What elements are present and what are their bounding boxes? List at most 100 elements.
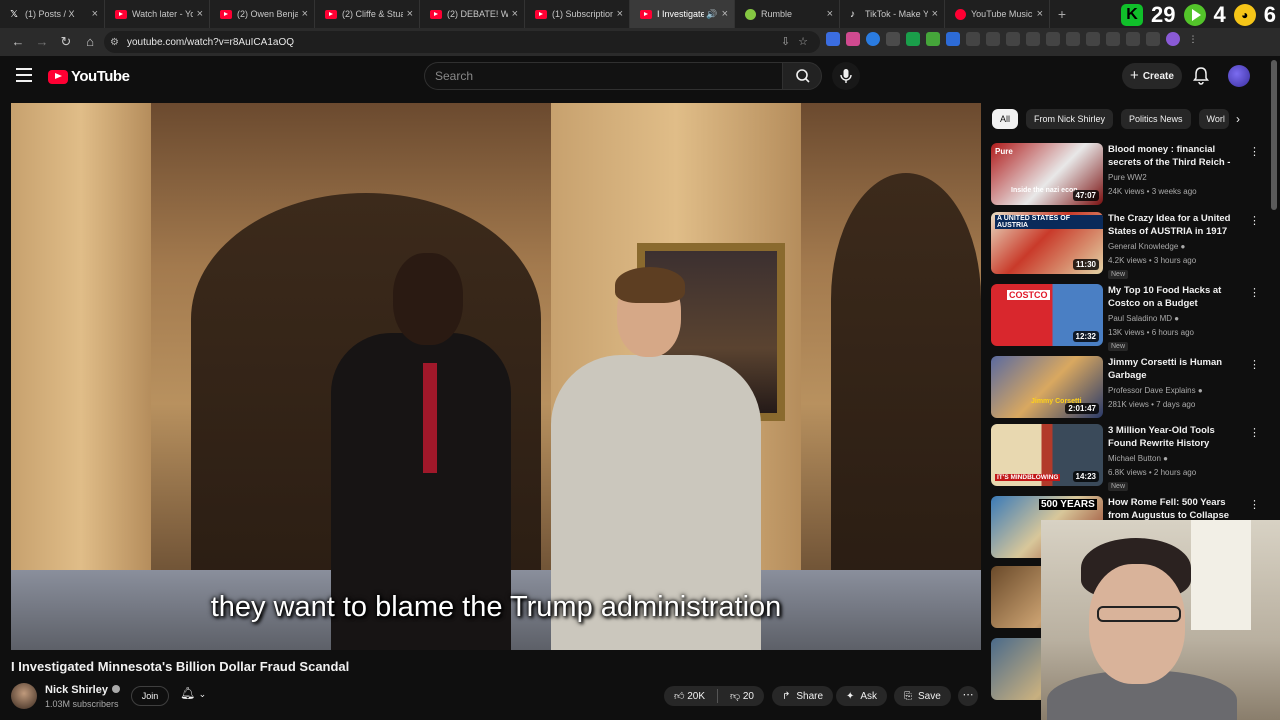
sidebar-scrollbar[interactable]	[1271, 60, 1277, 210]
address-bar[interactable]: ⚙ youtube.com/watch?v=r8AuICA1aOQ ⇩ ☆	[104, 31, 820, 53]
recommendation-item[interactable]: Pure Inside the nazi econ 47:07 Blood mo…	[991, 143, 1261, 207]
browser-tab[interactable]: Rumble ×	[735, 0, 840, 28]
extension-icon[interactable]	[906, 32, 920, 46]
recommendation-title[interactable]: 3 Million Year-Old Tools Found Rewrite H…	[1108, 424, 1244, 450]
devtools-icon[interactable]	[1086, 32, 1100, 46]
chip-world[interactable]: Worl	[1198, 109, 1229, 129]
extension-icon[interactable]	[1146, 32, 1160, 46]
search-input[interactable]	[425, 63, 782, 89]
chip-politics-news[interactable]: Politics News	[1121, 109, 1191, 129]
close-icon[interactable]: ×	[512, 8, 518, 20]
close-icon[interactable]: ×	[302, 8, 308, 20]
extension-icon[interactable]	[1026, 32, 1040, 46]
kebab-menu-icon[interactable]: ⋮	[1249, 286, 1260, 299]
chevron-right-icon[interactable]: ›	[1236, 112, 1240, 126]
extension-icon[interactable]	[866, 32, 880, 46]
recommendation-item[interactable]: COSTCO 12:32 My Top 10 Food Hacks at Cos…	[991, 284, 1261, 351]
kebab-menu-icon[interactable]: ⋮	[1249, 426, 1260, 439]
video-thumbnail[interactable]: A UNITED STATES OF AUSTRIA 11:30	[991, 212, 1103, 274]
extension-icon[interactable]	[946, 32, 960, 46]
close-icon[interactable]: ×	[827, 8, 833, 20]
recommendation-channel[interactable]: Professor Dave Explains ●	[1108, 386, 1203, 395]
browser-menu-icon[interactable]: ⋮	[1186, 32, 1200, 46]
browser-tab[interactable]: Watch later - You ×	[105, 0, 210, 28]
chip-from-channel[interactable]: From Nick Shirley	[1026, 109, 1114, 129]
recommendation-title[interactable]: Jimmy Corsetti is Human Garbage	[1108, 356, 1244, 382]
extension-icon[interactable]	[1066, 32, 1080, 46]
close-icon[interactable]: ×	[407, 8, 413, 20]
extension-icon[interactable]	[826, 32, 840, 46]
video-player[interactable]: they want to blame the Trump administrat…	[11, 103, 981, 650]
recommendation-channel[interactable]: Paul Saladino MD ●	[1108, 314, 1179, 323]
recommendation-channel[interactable]: General Knowledge ●	[1108, 242, 1185, 251]
reload-icon[interactable]: ↻	[54, 30, 78, 54]
profile-avatar-icon[interactable]	[1166, 32, 1180, 46]
home-icon[interactable]: ⌂	[78, 30, 102, 54]
extension-icon[interactable]	[966, 32, 980, 46]
history-icon[interactable]	[1046, 32, 1060, 46]
bookmark-star-icon[interactable]: ☆	[798, 35, 808, 48]
extension-icon[interactable]	[986, 32, 1000, 46]
subscription-bell-dropdown[interactable]: 🔔︎ ⌄	[180, 686, 206, 700]
extension-icon[interactable]	[886, 32, 900, 46]
save-button[interactable]: ⎘ Save	[894, 686, 951, 706]
channel-avatar[interactable]	[11, 683, 37, 709]
create-button[interactable]: + Create	[1122, 63, 1182, 89]
close-icon[interactable]: ×	[1037, 8, 1043, 20]
search-button[interactable]	[782, 62, 822, 90]
join-button[interactable]: Join	[131, 686, 169, 706]
more-actions-icon[interactable]: ⋯	[958, 686, 978, 706]
video-thumbnail[interactable]: IT'S MINDBLOWING 14:23	[991, 424, 1103, 486]
hamburger-menu-icon[interactable]	[16, 68, 32, 82]
video-thumbnail[interactable]: COSTCO 12:32	[991, 284, 1103, 346]
ask-button[interactable]: ✦ Ask	[836, 686, 888, 706]
extension-icon[interactable]	[1126, 32, 1140, 46]
browser-tab-active[interactable]: I Investigate 🔊 ×	[630, 0, 735, 28]
recommendation-title[interactable]: Blood money : financial secrets of the T…	[1108, 143, 1244, 169]
browser-tab[interactable]: (2) Owen Benjam ×	[210, 0, 315, 28]
dislike-button[interactable]: 👎︎ 20	[730, 690, 754, 702]
speaker-icon[interactable]: 🔊	[706, 9, 717, 20]
like-button[interactable]: 👍︎ 20K	[674, 690, 705, 702]
browser-tab[interactable]: (2) DEBATE! Whe ×	[420, 0, 525, 28]
youtube-logo[interactable]: YouTube	[48, 68, 130, 85]
browser-tab[interactable]: (1) Subscription ×	[525, 0, 630, 28]
recommendation-title[interactable]: My Top 10 Food Hacks at Costco on a Budg…	[1108, 284, 1244, 310]
close-icon[interactable]: ×	[932, 8, 938, 20]
browser-tab[interactable]: ♪ TikTok - Make Y ×	[840, 0, 945, 28]
recommendation-title[interactable]: How Rome Fell: 500 Years from Augustus t…	[1108, 496, 1244, 522]
browser-tab[interactable]: 𝕏 (1) Posts / X ×	[0, 0, 105, 28]
channel-name[interactable]: Nick Shirley	[45, 684, 120, 696]
browser-tab[interactable]: YouTube Music ×	[945, 0, 1050, 28]
site-info-icon[interactable]: ⚙	[110, 37, 119, 48]
recommendation-item[interactable]: A UNITED STATES OF AUSTRIA 11:30 The Cra…	[991, 212, 1261, 279]
new-tab-button[interactable]: +	[1050, 6, 1074, 22]
extension-icon[interactable]	[846, 32, 860, 46]
account-avatar[interactable]	[1228, 65, 1250, 87]
kebab-menu-icon[interactable]: ⋮	[1249, 358, 1260, 371]
sidebar-icon[interactable]	[1106, 32, 1120, 46]
extensions-puzzle-icon[interactable]	[1006, 32, 1020, 46]
video-thumbnail[interactable]: Pure Inside the nazi econ 47:07	[991, 143, 1103, 205]
kebab-menu-icon[interactable]: ⋮	[1249, 498, 1260, 511]
recommendation-channel[interactable]: Michael Button ●	[1108, 454, 1168, 463]
kebab-menu-icon[interactable]: ⋮	[1249, 214, 1260, 227]
chip-all[interactable]: All	[992, 109, 1019, 129]
recommendation-channel[interactable]: Pure WW2	[1108, 173, 1147, 182]
share-button[interactable]: ↱ Share	[772, 686, 834, 706]
video-thumbnail[interactable]: Jimmy Corsetti 2:01:47	[991, 356, 1103, 418]
close-icon[interactable]: ×	[722, 8, 728, 20]
recommendation-item[interactable]: Jimmy Corsetti 2:01:47 Jimmy Corsetti is…	[991, 356, 1261, 420]
notifications-bell-icon[interactable]	[1192, 66, 1210, 86]
back-icon[interactable]: ←	[6, 30, 30, 54]
recommendation-title[interactable]: The Crazy Idea for a United States of AU…	[1108, 212, 1244, 238]
browser-tab[interactable]: (2) Cliffe & Stua ×	[315, 0, 420, 28]
voice-search-button[interactable]	[832, 62, 860, 90]
close-icon[interactable]: ×	[617, 8, 623, 20]
recommendation-item[interactable]: IT'S MINDBLOWING 14:23 3 Million Year-Ol…	[991, 424, 1261, 491]
forward-icon[interactable]: →	[30, 30, 54, 54]
kebab-menu-icon[interactable]: ⋮	[1249, 145, 1260, 158]
close-icon[interactable]: ×	[197, 8, 203, 20]
install-app-icon[interactable]: ⇩	[781, 35, 790, 48]
close-icon[interactable]: ×	[92, 8, 98, 20]
